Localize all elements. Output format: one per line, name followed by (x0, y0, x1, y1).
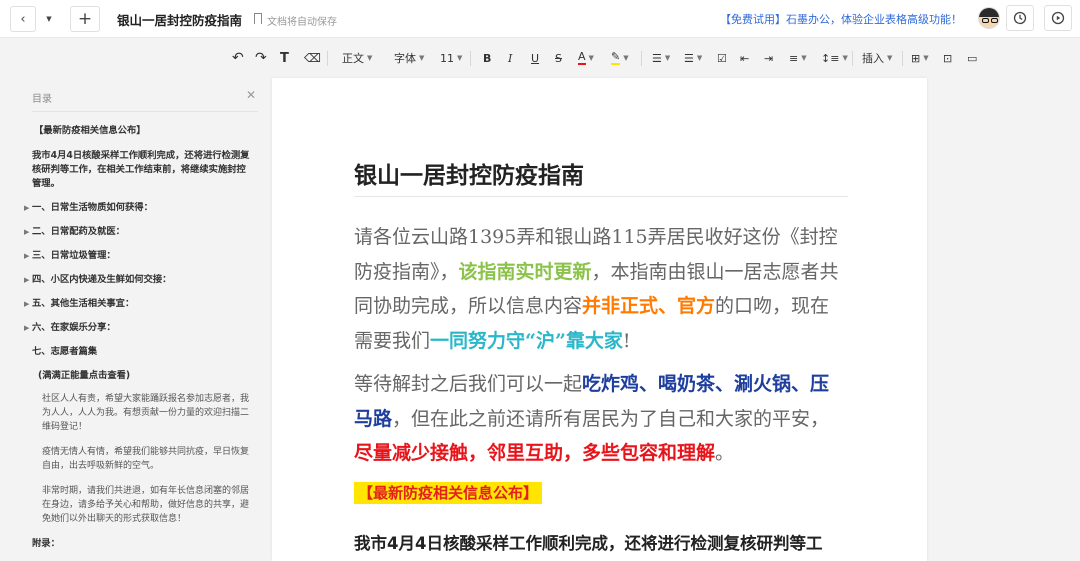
bookmark-icon[interactable] (254, 13, 262, 24)
chevron-right-icon[interactable]: ▶ (24, 225, 32, 239)
highlight-color-icon[interactable]: ✎ ▼ (611, 50, 629, 66)
task-list-icon[interactable]: ☑ (717, 50, 727, 66)
document-heading[interactable]: 银山一居封控防疫指南 (354, 156, 584, 190)
toc-item[interactable]: 我市4月4日核酸采样工作顺利完成，还将进行检测复核研判等工作，在相关工作结束前，… (32, 149, 250, 191)
chevron-right-icon[interactable]: ▶ (24, 321, 32, 335)
doc-title[interactable]: 银山一居封控防疫指南 (117, 10, 242, 29)
insert-label: 插入 (862, 52, 884, 65)
autosave-status: 文档将自动保存 (267, 17, 337, 28)
chevron-right-icon[interactable]: ▶ (24, 297, 32, 311)
history-button[interactable] (1006, 5, 1034, 31)
toc-item[interactable]: ▶ 二、日常配药及就医： (24, 225, 256, 239)
present-button[interactable] (1044, 5, 1072, 31)
strikethrough-icon[interactable]: S (555, 50, 562, 66)
toc-title: 目录 (32, 94, 52, 105)
font-size-dropdown[interactable]: 11 ▼ (440, 50, 462, 66)
toc-item[interactable]: ▶ 一、日常生活物质如何获得： (24, 201, 256, 215)
font-size-label: 11 (440, 51, 454, 65)
paragraph-style-label: 正文 (342, 52, 364, 65)
clear-format-icon[interactable]: ⌫ (304, 50, 321, 66)
back-button[interactable]: ‹ (10, 6, 36, 32)
top-bar: ‹ ▼ + 银山一居封控防疫指南 文档将自动保存 【免费试用】石墨办公，体验企业… (0, 0, 1080, 38)
table-icon[interactable]: ⊞ ▼ (911, 50, 929, 66)
clock-icon (1013, 11, 1027, 25)
new-document-button[interactable]: + (70, 6, 100, 32)
font-family-dropdown[interactable]: 字体 ▼ (394, 50, 424, 66)
ordered-list-icon[interactable]: ☰ ▼ (652, 50, 670, 66)
chevron-right-icon[interactable]: ▶ (24, 273, 32, 287)
plus-icon: + (77, 9, 93, 29)
image-search-icon[interactable]: ⊡ (943, 50, 952, 66)
toc-item[interactable]: 附录： (32, 537, 264, 551)
font-color-icon[interactable]: A ▼ (578, 50, 594, 66)
toc-sidebar: 目录 ✕ 【最新防疫相关信息公布】 我市4月4日核酸采样工作顺利完成，还将进行检… (20, 78, 262, 561)
bullet-list-icon[interactable]: ☰ ▼ (684, 50, 702, 66)
history-dropdown-button[interactable]: ▼ (36, 6, 62, 32)
chevron-right-icon[interactable]: ▶ (24, 201, 32, 215)
toc-item[interactable]: 非常时期，请我们共进退，如有年长信息闭塞的邻居在身边，请多给予关心和帮助，做好信… (42, 484, 250, 527)
underline-icon[interactable]: U (531, 50, 539, 66)
play-circle-icon (1051, 11, 1065, 25)
chevron-right-icon[interactable]: ▶ (24, 249, 32, 263)
intro-paragraph[interactable]: 请各位云山路1395弄和银山路115弄居民收好这份《封控防疫指南》，该指南实时更… (354, 220, 848, 358)
avatar[interactable] (978, 7, 1000, 29)
chevron-left-icon: ‹ (20, 11, 26, 27)
format-toolbar: ↶ ↷ T ⌫ 正文 ▼ 字体 ▼ 11 ▼ B I U S A ▼ ✎ ▼ ☰ ▼ ☰ ▼ … (0, 38, 1080, 78)
second-paragraph[interactable]: 等待解封之后我们可以一起吃炸鸡、喝奶茶、涮火锅、压马路，但在此之前还请所有居民为… (354, 367, 848, 471)
italic-icon[interactable]: I (508, 50, 512, 66)
comment-icon[interactable]: ▭ (967, 50, 977, 66)
indent-decrease-icon[interactable]: ⇤ (740, 50, 749, 66)
bold-icon[interactable]: B (483, 50, 491, 66)
heading-divider (354, 196, 848, 197)
toc-item[interactable]: ▶ 三、日常垃圾管理： (24, 249, 256, 263)
align-dropdown-icon[interactable]: ≡ ▼ (789, 50, 807, 66)
toc-item[interactable]: ▶ 五、其他生活相关事宜： (24, 297, 256, 311)
toc-item[interactable]: ▶ 六、在家娱乐分享： (24, 321, 256, 335)
toc-item[interactable]: 疫情无情人有情，希望我们能够共同抗疫，早日恢复自由，出去呼吸新鲜的空气。 (42, 445, 250, 473)
section-body[interactable]: 我市4月4日核酸采样工作顺利完成，还将进行检测复核研判等工 (354, 530, 848, 554)
undo-icon[interactable]: ↶ (232, 50, 244, 66)
toc-item[interactable]: ▶ 四、小区内快递及生鲜如何交接： (24, 273, 256, 287)
promo-link[interactable]: 【免费试用】石墨办公，体验企业表格高级功能！ (720, 11, 962, 27)
paragraph-style-dropdown[interactable]: 正文 ▼ (342, 50, 372, 66)
toc-item[interactable]: 社区人人有责，希望大家能踊跃报名参加志愿者，我为人人，人人为我。有想贡献一份力量… (42, 392, 250, 435)
caret-down-icon: ▼ (46, 15, 52, 23)
line-spacing-icon[interactable]: ↕≡ ▼ (821, 50, 848, 66)
toc-item[interactable]: 七、志愿者篇集 (32, 345, 264, 359)
format-painter-icon[interactable]: T (280, 50, 289, 66)
document-page[interactable]: 银山一居封控防疫指南 请各位云山路1395弄和银山路115弄居民收好这份《封控防… (272, 78, 927, 561)
insert-dropdown[interactable]: 插入 ▼ (862, 50, 892, 66)
section-highlight[interactable]: 【最新防疫相关信息公布】 (354, 482, 543, 504)
redo-icon[interactable]: ↷ (255, 50, 267, 66)
toc-item[interactable]: (满满正能量点击查看) (38, 369, 270, 383)
indent-increase-icon[interactable]: ⇥ (764, 50, 773, 66)
close-icon[interactable]: ✕ (246, 88, 256, 102)
font-family-label: 字体 (394, 52, 416, 65)
toc-item[interactable]: 【最新防疫相关信息公布】 (34, 124, 266, 138)
